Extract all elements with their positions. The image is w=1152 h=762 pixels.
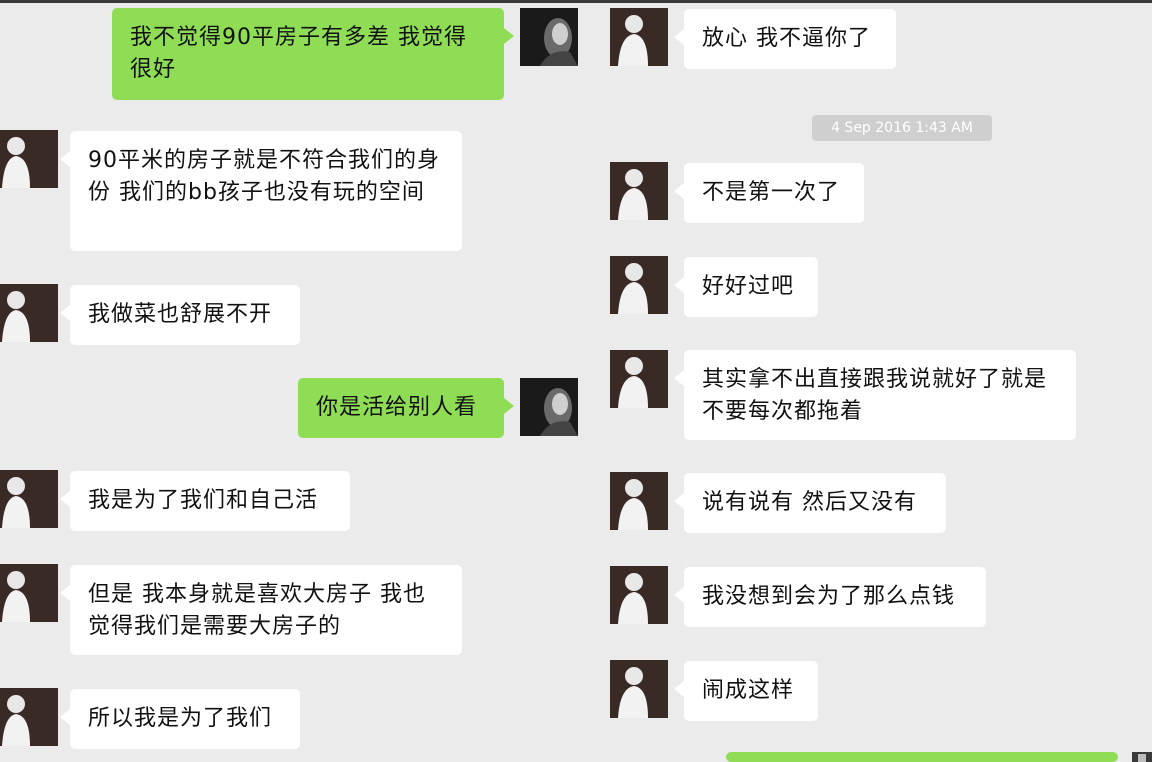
- contact-avatar[interactable]: [610, 350, 668, 408]
- contact-avatar-photo: [610, 8, 668, 66]
- contact-avatar-photo: [610, 472, 668, 530]
- contact-avatar-photo: [610, 162, 668, 220]
- message-bubble-outgoing-partial[interactable]: [726, 752, 1118, 762]
- message-bubble-incoming[interactable]: 不是第一次了: [674, 163, 864, 223]
- contact-avatar[interactable]: [610, 472, 668, 530]
- self-avatar[interactable]: [520, 378, 578, 436]
- self-avatar-photo: [1132, 752, 1152, 762]
- contact-avatar-photo: [610, 256, 668, 314]
- message-bubble-incoming[interactable]: 放心 我不逼你了: [674, 9, 896, 69]
- contact-avatar[interactable]: [610, 566, 668, 624]
- message-bubble-outgoing[interactable]: 你是活给别人看: [298, 378, 514, 438]
- self-avatar-photo: [520, 378, 578, 436]
- message-bubble-incoming[interactable]: 我没想到会为了那么点钱: [674, 567, 986, 627]
- self-avatar-photo: [520, 8, 578, 66]
- message-bubble-incoming[interactable]: 好好过吧: [674, 257, 818, 317]
- contact-avatar[interactable]: [0, 688, 58, 746]
- contact-avatar-photo: [0, 564, 58, 622]
- contact-avatar[interactable]: [0, 470, 58, 528]
- message-bubble-incoming[interactable]: 我做菜也舒展不开: [60, 285, 300, 345]
- contact-avatar[interactable]: [610, 8, 668, 66]
- message-bubble-incoming[interactable]: 但是 我本身就是喜欢大房子 我也觉得我们是需要大房子的: [60, 565, 462, 655]
- contact-avatar[interactable]: [0, 284, 58, 342]
- contact-avatar[interactable]: [610, 660, 668, 718]
- message-timestamp: 4 Sep 2016 1:43 AM: [812, 115, 992, 141]
- chat-column-left: 我不觉得90平房子有多差 我觉得很好 90平米的房子就是不符合我们的身份 我们的…: [0, 0, 590, 762]
- message-bubble-incoming[interactable]: 90平米的房子就是不符合我们的身份 我们的bb孩子也没有玩的空间: [60, 131, 462, 251]
- contact-avatar[interactable]: [0, 130, 58, 188]
- contact-avatar-photo: [0, 130, 58, 188]
- self-avatar[interactable]: [1132, 752, 1152, 762]
- contact-avatar-photo: [610, 350, 668, 408]
- contact-avatar[interactable]: [610, 256, 668, 314]
- contact-avatar-photo: [610, 566, 668, 624]
- message-bubble-incoming[interactable]: 所以我是为了我们: [60, 689, 300, 749]
- contact-avatar-photo: [0, 284, 58, 342]
- message-bubble-incoming[interactable]: 其实拿不出直接跟我说就好了就是不要每次都拖着: [674, 350, 1076, 440]
- contact-avatar-photo: [0, 688, 58, 746]
- message-bubble-incoming[interactable]: 我是为了我们和自己活: [60, 471, 350, 531]
- message-bubble-incoming[interactable]: 闹成这样: [674, 661, 818, 721]
- self-avatar[interactable]: [520, 8, 578, 66]
- contact-avatar-photo: [0, 470, 58, 528]
- contact-avatar-photo: [610, 660, 668, 718]
- message-bubble-outgoing[interactable]: 我不觉得90平房子有多差 我觉得很好: [112, 8, 514, 100]
- contact-avatar[interactable]: [610, 162, 668, 220]
- contact-avatar[interactable]: [0, 564, 58, 622]
- message-bubble-incoming[interactable]: 说有说有 然后又没有: [674, 473, 946, 533]
